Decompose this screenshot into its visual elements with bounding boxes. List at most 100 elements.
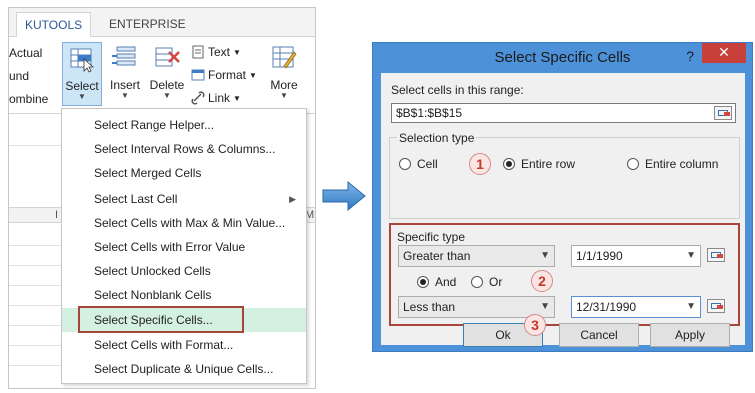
chevron-down-icon: ▼ <box>540 250 550 261</box>
chevron-down-icon: ▼ <box>121 91 129 100</box>
ribbon-cut-label[interactable]: Actual <box>9 46 42 60</box>
grid-line <box>9 325 61 326</box>
format-label: Format <box>208 68 247 82</box>
range-label: Select cells in this range: <box>391 83 524 97</box>
value2-combo[interactable]: 12/31/1990 ▼ <box>571 296 701 318</box>
dialog-body: Select cells in this range: $B$1:$B$15 S… <box>381 73 745 345</box>
menu-item-select-nonblank-cells[interactable]: Select Nonblank Cells <box>62 283 306 307</box>
chevron-right-icon: ▶ <box>289 194 296 204</box>
grid-line <box>9 145 61 146</box>
menu-item-select-error-value[interactable]: Select Cells with Error Value <box>62 235 306 259</box>
radio-circle <box>627 158 639 170</box>
condition2-value: Less than <box>403 300 456 314</box>
range-input[interactable]: $B$1:$B$15 <box>391 103 736 123</box>
chevron-down-icon: ▼ <box>233 93 241 103</box>
radio-or[interactable]: Or <box>471 275 502 289</box>
delete-icon <box>153 44 181 72</box>
ribbon-cut-label[interactable]: ombine <box>9 92 48 106</box>
chevron-down-icon: ▼ <box>78 92 86 101</box>
select-label: Select <box>65 79 99 93</box>
step-badge: 3 <box>524 314 546 336</box>
radio-circle <box>399 158 411 170</box>
range-picker-icon[interactable] <box>714 106 732 120</box>
tab-enterprise[interactable]: ENTERPRISE <box>101 12 194 38</box>
menu-item-label: Select Last Cell <box>94 192 178 206</box>
value1-combo[interactable]: 1/1/1990 ▼ <box>571 245 701 267</box>
menu-item-select-cells-with-format[interactable]: Select Cells with Format... <box>62 333 306 357</box>
radio-entire-row[interactable]: Entire row <box>503 157 575 171</box>
link-button[interactable]: Link ▼ <box>191 88 241 108</box>
text-icon <box>191 45 205 59</box>
ribbon: Actual und ombine Select ▼ Insert ▼ Dele… <box>9 37 315 114</box>
menu-item-select-duplicate-unique[interactable]: Select Duplicate & Unique Cells... <box>62 357 306 381</box>
selection-type-legend: Selection type <box>397 131 477 145</box>
link-icon <box>191 91 205 105</box>
menu-item-select-range-helper[interactable]: Select Range Helper... <box>62 113 306 137</box>
ribbon-tab-bar: KUTOOLS ENTERPRISE <box>9 8 315 38</box>
menu-item-select-unlocked-cells[interactable]: Select Unlocked Cells <box>62 259 306 283</box>
select-specific-cells-dialog: Select Specific Cells ? ✕ Select cells i… <box>372 42 753 352</box>
radio-label: Or <box>489 275 503 289</box>
step-badge: 2 <box>531 270 553 292</box>
selection-type-group <box>389 137 740 219</box>
format-icon <box>191 68 205 82</box>
chevron-down-icon: ▼ <box>280 91 288 100</box>
value2-text: 12/31/1990 <box>576 300 637 314</box>
select-dropdown-menu: Select Range Helper... Select Interval R… <box>61 108 307 384</box>
radio-label: Cell <box>417 157 438 171</box>
grid-line <box>9 345 61 346</box>
radio-and[interactable]: And <box>417 275 456 289</box>
arrow-right-icon <box>322 180 366 212</box>
grid-line <box>9 265 61 266</box>
chevron-down-icon: ▼ <box>686 301 696 312</box>
condition1-select[interactable]: Greater than ▼ <box>398 245 555 267</box>
grid-line <box>9 285 61 286</box>
value1-picker-icon[interactable] <box>707 248 725 262</box>
column-header[interactable]: I <box>55 209 58 221</box>
excel-window: KUTOOLS ENTERPRISE Actual und ombine Sel… <box>8 7 316 389</box>
grid-line <box>9 305 61 306</box>
format-button[interactable]: Format ▼ <box>191 65 257 85</box>
apply-button[interactable]: Apply <box>650 323 730 347</box>
chevron-down-icon: ▼ <box>163 91 171 100</box>
link-label: Link <box>208 91 231 105</box>
menu-item-select-merged-cells[interactable]: Select Merged Cells <box>62 161 306 185</box>
menu-item-select-max-min-value[interactable]: Select Cells with Max & Min Value... <box>62 211 306 235</box>
tab-kutools[interactable]: KUTOOLS <box>16 12 92 38</box>
radio-label: And <box>435 275 457 289</box>
menu-item-select-specific-cells[interactable]: Select Specific Cells... <box>62 306 306 333</box>
text-label: Text <box>208 45 231 59</box>
cancel-button[interactable]: Cancel <box>559 323 639 347</box>
radio-label: Entire column <box>645 157 719 171</box>
radio-circle <box>417 276 429 288</box>
chevron-down-icon: ▼ <box>233 47 241 57</box>
specific-type-legend: Specific type <box>397 230 466 244</box>
menu-item-select-interval-rows-columns[interactable]: Select Interval Rows & Columns... <box>62 137 306 161</box>
delete-label: Delete <box>149 78 185 92</box>
insert-label: Insert <box>109 78 140 92</box>
ribbon-cut-label[interactable]: und <box>9 69 29 83</box>
delete-button[interactable]: Delete ▼ <box>147 42 187 106</box>
dialog-title: Select Specific Cells <box>494 49 631 66</box>
radio-label: Entire row <box>521 157 576 171</box>
insert-icon <box>111 44 139 72</box>
text-button[interactable]: Text ▼ <box>191 42 241 62</box>
chevron-down-icon: ▼ <box>686 250 696 261</box>
radio-circle <box>471 276 483 288</box>
close-button[interactable]: ✕ <box>702 43 746 63</box>
step-badge: 1 <box>469 153 491 175</box>
radio-circle <box>503 158 515 170</box>
value1-text: 1/1/1990 <box>576 249 623 263</box>
more-button[interactable]: More ▼ <box>264 42 304 106</box>
help-icon[interactable]: ? <box>686 48 694 64</box>
radio-entire-column[interactable]: Entire column <box>627 157 718 171</box>
value2-picker-icon[interactable] <box>707 299 725 313</box>
insert-button[interactable]: Insert ▼ <box>105 42 145 106</box>
grid-line <box>9 245 61 246</box>
select-icon <box>68 45 96 73</box>
menu-item-select-last-cell[interactable]: Select Last Cell ▶ <box>62 187 306 211</box>
dialog-titlebar[interactable]: Select Specific Cells ? ✕ <box>373 43 752 72</box>
radio-cell[interactable]: Cell <box>399 157 438 171</box>
select-button[interactable]: Select ▼ <box>62 42 102 106</box>
grid-line <box>9 365 61 366</box>
